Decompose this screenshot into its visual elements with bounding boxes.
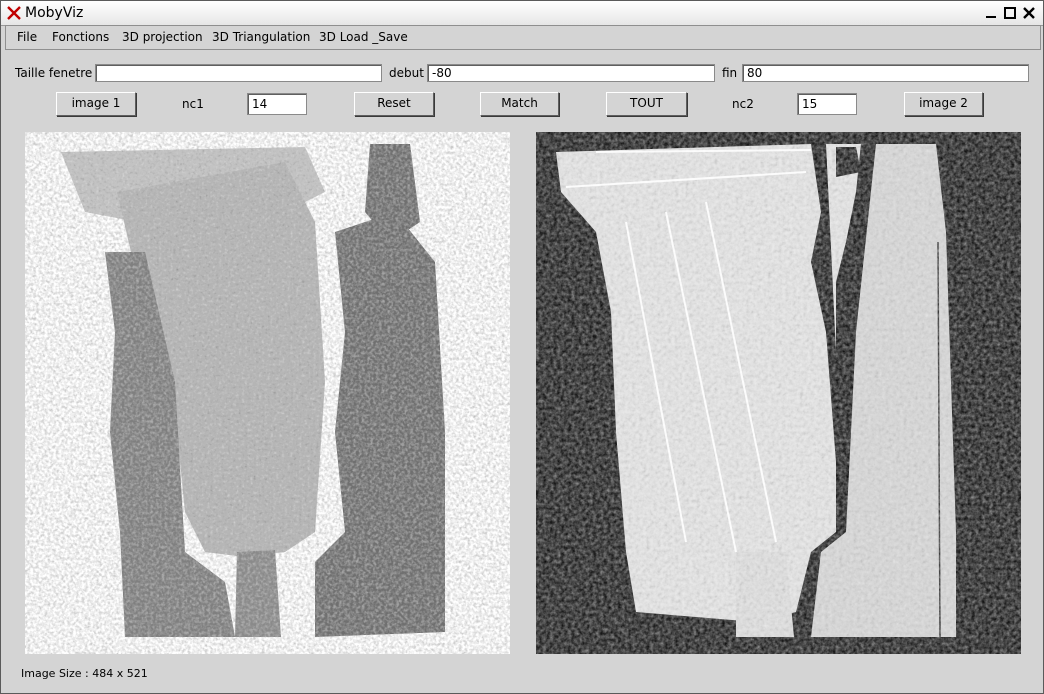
debut-label: debut	[389, 66, 424, 80]
nc2-label: nc2	[732, 97, 754, 111]
fin-input[interactable]: 80	[742, 64, 1029, 82]
menu-3d-triangulation[interactable]: 3D Triangulation	[212, 30, 310, 44]
taille-fenetre-input[interactable]	[95, 64, 382, 82]
taille-fenetre-label: Taille fenetre	[15, 66, 93, 80]
menu-fonctions[interactable]: Fonctions	[52, 30, 109, 44]
image-2-texture	[536, 132, 1021, 654]
menu-3d-load-save[interactable]: 3D Load _Save	[319, 30, 408, 44]
app-window: MobyViz File Fonctions 3D projection 3D …	[0, 0, 1044, 694]
image-size-status: Image Size : 484 x 521	[21, 667, 148, 680]
maximize-button[interactable]	[1002, 5, 1018, 21]
image-1-view[interactable]	[25, 132, 510, 654]
match-button[interactable]: Match	[480, 92, 559, 116]
minimize-icon	[986, 16, 996, 18]
maximize-icon	[1004, 7, 1016, 19]
debut-input[interactable]: -80	[427, 64, 715, 82]
minimize-button[interactable]	[983, 5, 999, 21]
title-bar[interactable]: MobyViz	[1, 1, 1043, 26]
menu-3d-projection[interactable]: 3D projection	[122, 30, 203, 44]
image-2-button[interactable]: image 2	[904, 92, 983, 116]
close-button[interactable]	[1021, 5, 1037, 21]
nc2-input[interactable]: 15	[797, 93, 857, 115]
nc1-label: nc1	[182, 97, 204, 111]
image-2-view[interactable]	[536, 132, 1021, 654]
menu-bar: File Fonctions 3D projection 3D Triangul…	[5, 25, 1041, 50]
menu-file[interactable]: File	[17, 30, 37, 44]
tout-button[interactable]: TOUT	[606, 92, 687, 116]
app-x-icon	[7, 6, 21, 20]
fin-label: fin	[722, 66, 738, 80]
nc1-input[interactable]: 14	[247, 93, 307, 115]
reset-button[interactable]: Reset	[354, 92, 434, 116]
window-title: MobyViz	[25, 5, 84, 21]
image-1-button[interactable]: image 1	[56, 92, 136, 116]
image-1-texture	[25, 132, 510, 654]
close-icon	[1023, 7, 1035, 19]
